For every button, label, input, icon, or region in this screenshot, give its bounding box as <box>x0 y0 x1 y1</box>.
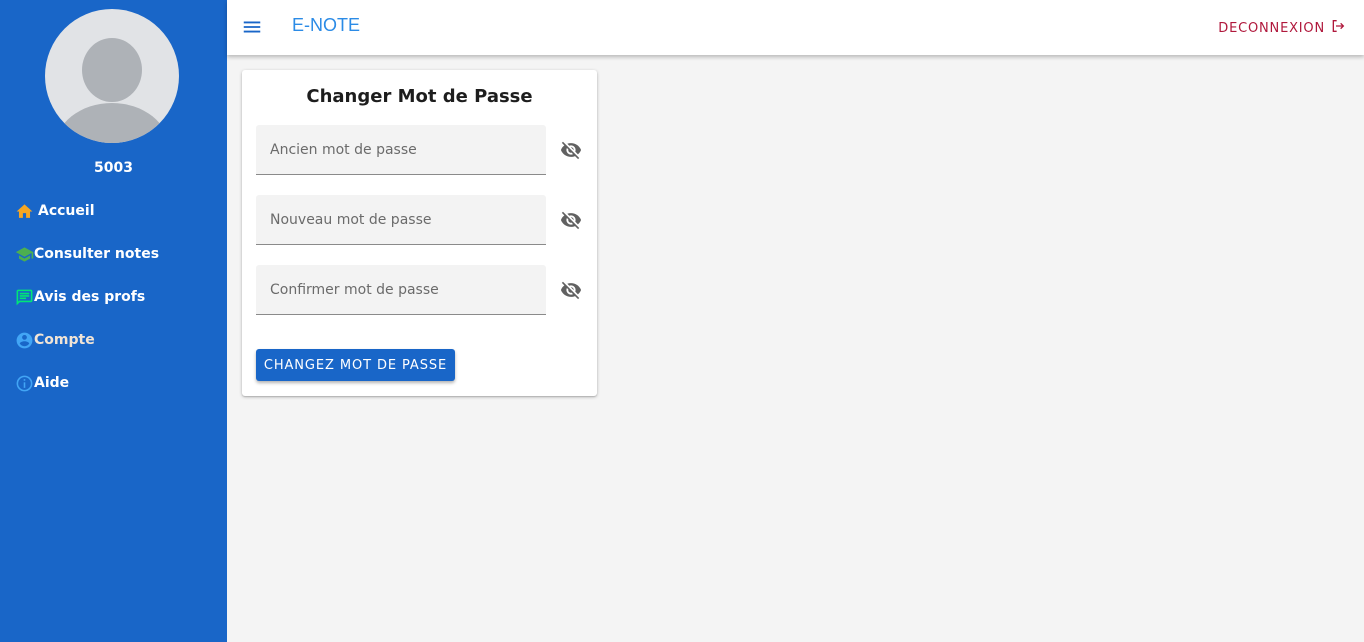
avatar <box>45 9 179 143</box>
feedback-icon <box>14 287 34 307</box>
sidebar-item-label: Consulter notes <box>34 246 160 262</box>
logout-label: DECONNEXION <box>1218 20 1325 36</box>
graduation-cap-icon <box>14 244 34 264</box>
sidebar-item-label: Aide <box>34 375 70 391</box>
sidebar-item-aide[interactable]: Aide <box>14 372 69 394</box>
visibility-off-icon[interactable] <box>560 209 582 231</box>
logout-icon <box>1325 18 1346 38</box>
confirm-password-field[interactable] <box>256 265 546 314</box>
sidebar-item-label: Compte <box>34 332 95 348</box>
sidebar-item-accueil[interactable]: Accueil <box>14 200 95 222</box>
top-app-bar: E-NOTE DECONNEXION <box>227 0 1364 55</box>
app-title: E-NOTE <box>292 15 361 35</box>
confirm-password-field-container <box>256 265 546 315</box>
change-password-card: Changer Mot de Passe CHANGEZ MOT DE PASS… <box>242 70 597 396</box>
info-icon <box>14 373 34 393</box>
page-title: Changer Mot de Passe <box>306 86 533 107</box>
account-circle-icon <box>14 330 34 350</box>
visibility-off-icon[interactable] <box>560 139 582 161</box>
old-password-field-container <box>256 125 546 175</box>
home-icon <box>14 201 34 221</box>
sidebar-item-compte[interactable]: Compte <box>14 329 95 351</box>
new-password-field[interactable] <box>256 195 546 244</box>
new-password-field-container <box>256 195 546 245</box>
sidebar-item-label: Avis des profs <box>34 289 146 305</box>
menu-icon[interactable] <box>241 17 263 37</box>
old-password-field[interactable] <box>256 125 546 174</box>
logout-button[interactable]: DECONNEXION <box>1218 18 1346 38</box>
sidebar-item-avis-des-profs[interactable]: Avis des profs <box>14 286 145 308</box>
sidebar-item-label: Accueil <box>38 203 95 219</box>
change-password-button[interactable]: CHANGEZ MOT DE PASSE <box>256 349 455 381</box>
sidebar-item-consulter-notes[interactable]: Consulter notes <box>14 243 159 265</box>
sidebar: 5003 Accueil Consulter notes Avis des pr… <box>0 0 227 642</box>
visibility-off-icon[interactable] <box>560 279 582 301</box>
user-id: 5003 <box>94 160 133 176</box>
